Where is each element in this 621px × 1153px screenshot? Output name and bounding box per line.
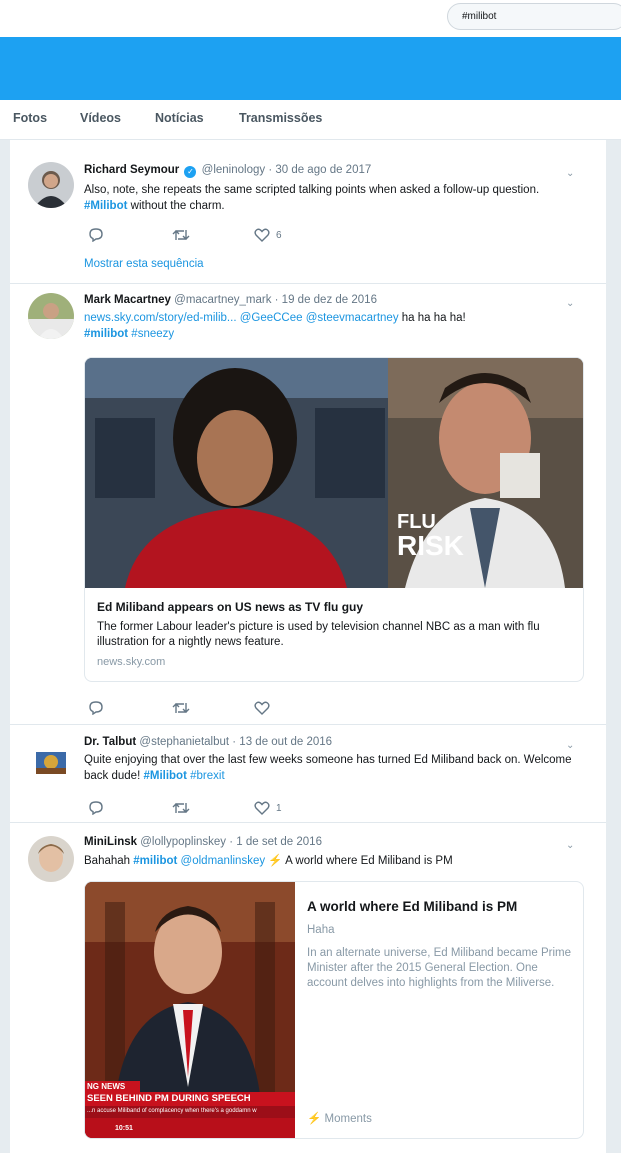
link-card[interactable]: FLU RISK Ed Miliband appears on US news … [84,357,584,682]
hashtag-link[interactable]: #milibot [84,328,128,340]
tweet-text-part: Also, note, she repeats the same scripte… [84,184,540,196]
like-button[interactable]: 6 [254,228,282,242]
retweet-button[interactable] [172,701,190,715]
mention-link[interactable]: @GeeCCee [240,312,303,324]
reply-icon [89,801,103,816]
tweet-date[interactable]: · 13 de out de 2016 [232,736,332,748]
tweet-text: Quite enjoying that over the last few we… [84,752,574,784]
like-button[interactable] [254,701,270,715]
reply-button[interactable] [88,701,104,716]
chevron-down-icon[interactable]: ⌄ [566,298,574,309]
tab-transmissoes[interactable]: Transmissões [239,111,322,125]
lightning-icon: ⚡ [307,1113,322,1125]
mention-link[interactable]: @oldmanlinskey [181,855,266,867]
show-thread-link[interactable]: Mostrar esta sequência [84,258,204,270]
retweet-icon [172,230,190,240]
card-title: A world where Ed Miliband is PM [307,899,518,914]
mention-link[interactable]: @steevmacartney [306,312,399,324]
heart-icon [254,701,270,715]
card-description: The former Labour leader's picture is us… [97,621,540,648]
heart-icon [254,801,270,815]
reply-icon [89,228,103,243]
url-link[interactable]: news.sky.com/story/ed-milib... [84,312,237,324]
author-name[interactable]: Richard Seymour [84,164,179,176]
overlay-line: RISK [397,530,464,561]
tweet-date[interactable]: · 30 de ago de 2017 [268,164,371,176]
search-tabs: Fotos Vídeos Notícias Transmissões [0,100,621,140]
author-name[interactable]: MiniLinsk [84,836,137,848]
tweet-text-part: without the charm. [127,200,225,212]
heart-icon [254,228,270,242]
tab-fotos[interactable]: Fotos [13,111,47,125]
tab-noticias[interactable]: Notícias [155,111,204,125]
reply-button[interactable] [88,228,104,243]
reply-icon [89,701,103,716]
news-tag: NG NEWS [87,1082,126,1091]
card-description: In an alternate universe, Ed Miliband be… [307,947,572,989]
card-subtitle: Haha [307,924,335,936]
author-handle[interactable]: @macartney_mark [174,294,271,306]
author-handle[interactable]: @leninology [202,164,265,176]
chevron-down-icon[interactable]: ⌄ [566,168,574,179]
avatar[interactable] [28,836,74,882]
page-gutter [606,140,621,1153]
like-count: 6 [276,229,282,241]
chevron-down-icon[interactable]: ⌄ [566,740,574,751]
tweet-text: news.sky.com/story/ed-milib... @GeeCCee … [84,310,584,342]
tweet[interactable]: Richard Seymour ✓ @leninology · 30 de ag… [10,152,606,284]
hashtag-link[interactable]: #milibot [133,855,177,867]
tweet[interactable]: Mark Macartney @macartney_mark · 19 de d… [10,285,606,725]
author-handle[interactable]: @stephanietalbut [139,736,229,748]
card-footer: ⚡ Moments [307,1111,372,1125]
card-domain: news.sky.com [97,656,166,668]
card-image: NG NEWS SEEN BEHIND PM DURING SPEECH ...… [85,882,295,1138]
card-image: FLU RISK [85,358,583,588]
like-count: 1 [276,802,282,814]
avatar[interactable] [28,293,74,339]
retweet-button[interactable] [172,228,190,242]
news-ticker: ...n accuse Miliband of complacency when… [87,1108,257,1114]
like-button[interactable]: 1 [254,801,282,815]
lightning-icon: ⚡ [268,855,283,867]
verified-badge-icon: ✓ [184,166,197,178]
hashtag-link[interactable]: #sneezy [131,328,174,340]
hashtag-link[interactable]: #brexit [190,770,225,782]
tweet-text: Bahahah #milibot @oldmanlinskey ⚡ A worl… [84,853,584,869]
tweet-text: Also, note, she repeats the same scripte… [84,182,584,214]
reply-button[interactable] [88,801,104,816]
author-handle[interactable]: @lollypoplinskey [140,836,226,848]
card-title: Ed Miliband appears on US news as TV flu… [97,600,364,614]
tweet-date[interactable]: · 19 de dez de 2016 [275,294,377,306]
image-overlay-text: FLU RISK [397,510,464,561]
tweet-text-part: A world where Ed Miliband is PM [282,855,453,867]
tweet-text-part: ha ha ha ha! [398,312,466,324]
retweet-icon [172,803,190,813]
page-gutter [0,140,10,1153]
news-headline: SEEN BEHIND PM DURING SPEECH [87,1093,251,1104]
moments-label: Moments [324,1113,372,1125]
author-name[interactable]: Mark Macartney [84,294,171,306]
author-name[interactable]: Dr. Talbut [84,736,136,748]
avatar[interactable] [28,162,74,208]
moment-card[interactable]: NG NEWS SEEN BEHIND PM DURING SPEECH ...… [84,881,584,1139]
hashtag-link[interactable]: #Milibot [143,770,186,782]
retweet-button[interactable] [172,801,190,815]
tweet[interactable]: MiniLinsk @lollypoplinskey · 1 de set de… [10,824,606,1153]
chevron-down-icon[interactable]: ⌄ [566,840,574,851]
tweet-date[interactable]: · 1 de set de 2016 [229,836,322,848]
news-time: 10:51 [115,1125,133,1132]
tweet[interactable]: Dr. Talbut @stephanietalbut · 13 de out … [10,726,606,823]
avatar[interactable] [28,738,74,784]
search-input[interactable]: #milibot [447,3,621,30]
retweet-icon [172,703,190,713]
tweet-text-part: Bahahah [84,855,134,867]
tab-videos[interactable]: Vídeos [80,111,121,125]
header-banner [0,37,621,100]
hashtag-link[interactable]: #Milibot [84,200,127,212]
